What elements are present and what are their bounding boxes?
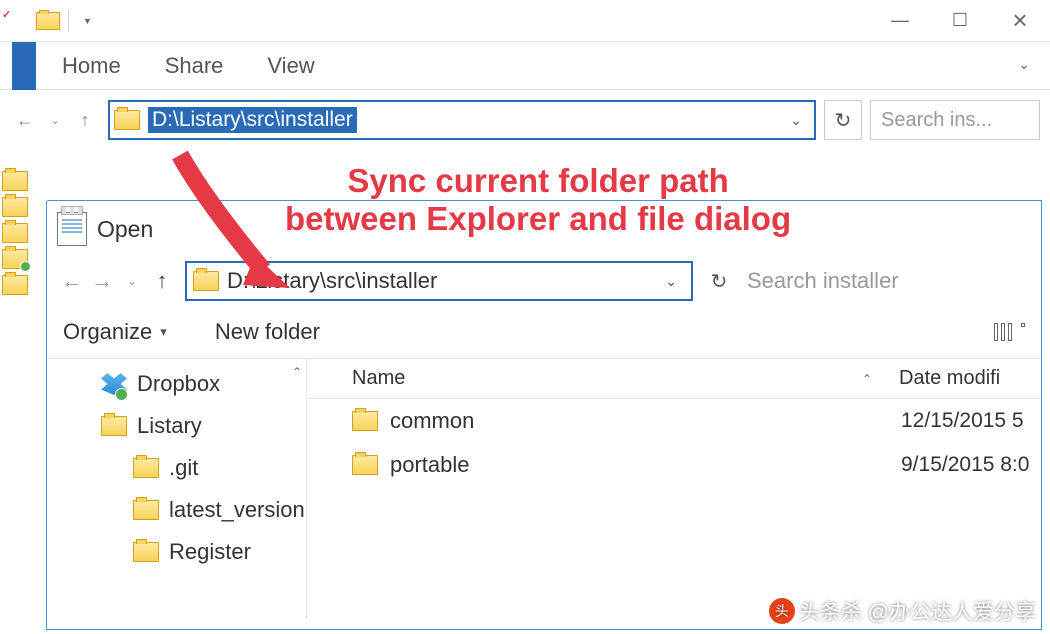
tree-item-git[interactable]: .git — [47, 447, 306, 489]
folder-icon[interactable] — [2, 171, 28, 191]
avatar-icon: 头 — [769, 598, 795, 624]
search-input[interactable]: Search ins... — [870, 100, 1040, 140]
dialog-search-input[interactable]: Search installer — [737, 261, 1031, 301]
folder-icon — [101, 416, 127, 436]
file-row[interactable]: portable 9/15/2015 8:0 — [307, 443, 1041, 487]
organize-button[interactable]: Organize — [63, 319, 167, 345]
address-bar[interactable]: D:\Listary\src\installer ⌄ — [108, 100, 816, 140]
check-icon: ✓ — [2, 8, 11, 21]
notepad-icon — [57, 212, 87, 246]
folder-icon[interactable] — [2, 249, 28, 269]
view-options[interactable] — [994, 323, 1025, 341]
ribbon-toggle-icon[interactable]: ⌄ — [1018, 56, 1030, 73]
folder-icon[interactable] — [2, 223, 28, 243]
chevron-down-icon[interactable]: ⌄ — [657, 273, 685, 290]
tree-item-register[interactable]: Register — [47, 531, 306, 573]
tree-label: Listary — [137, 413, 202, 439]
folder-icon — [352, 411, 378, 431]
back-button[interactable]: ← — [57, 268, 87, 294]
column-name[interactable]: Name — [307, 367, 847, 390]
watermark: 头 头条杀 @办公达人爱分享 — [769, 596, 1036, 626]
folder-tree[interactable]: ⌃ Dropbox Listary .git latest_version Re… — [47, 359, 307, 619]
annotation-arrow — [135, 140, 305, 300]
folder-icon — [114, 110, 140, 130]
watermark-text: 头条杀 @办公达人爱分享 — [799, 596, 1036, 626]
tab-share[interactable]: Share — [157, 53, 260, 79]
maximize-button[interactable]: ☐ — [930, 0, 990, 41]
annotation-text: Sync current folder path between Explore… — [285, 162, 791, 238]
explorer-navbar: ← ⌄ ↑ D:\Listary\src\installer ⌄ ↻ Searc… — [0, 98, 1050, 142]
file-row[interactable]: common 12/15/2015 5 — [307, 399, 1041, 443]
dialog-toolbar: Organize New folder — [47, 305, 1041, 359]
folder-icon[interactable] — [36, 12, 60, 30]
folder-icon — [133, 542, 159, 562]
file-name: portable — [390, 452, 470, 478]
back-button[interactable]: ← — [10, 105, 40, 135]
file-tab[interactable] — [12, 42, 36, 90]
tree-label: .git — [169, 455, 198, 481]
sync-check-icon — [115, 388, 128, 401]
annotation-line1: Sync current folder path — [285, 162, 791, 200]
folder-icon — [133, 458, 159, 478]
annotation-line2: between Explorer and file dialog — [285, 200, 791, 238]
tree-label: Register — [169, 539, 251, 565]
new-folder-button[interactable]: New folder — [215, 319, 320, 345]
recent-dropdown[interactable]: ⌄ — [40, 105, 70, 135]
qat-dropdown[interactable]: ▼ — [77, 16, 98, 26]
left-folder-strip — [0, 165, 28, 301]
file-date: 12/15/2015 5 — [887, 409, 1041, 433]
file-list-header[interactable]: Name ⌃ Date modifi — [307, 359, 1041, 399]
close-button[interactable]: × — [990, 0, 1050, 41]
file-name: common — [390, 408, 474, 434]
forward-button[interactable]: → — [87, 268, 117, 294]
folder-icon — [352, 455, 378, 475]
folder-icon — [133, 500, 159, 520]
tree-label: latest_version — [169, 497, 305, 523]
tree-label: Dropbox — [137, 371, 220, 397]
tree-item-latest-version[interactable]: latest_version — [47, 489, 306, 531]
refresh-button[interactable]: ↻ — [824, 100, 862, 140]
refresh-button[interactable]: ↻ — [701, 261, 737, 301]
separator — [68, 10, 69, 32]
chevron-down-icon[interactable]: ⌄ — [782, 112, 810, 129]
folder-icon[interactable] — [2, 197, 28, 217]
address-path[interactable]: D:\Listary\src\installer — [148, 107, 357, 133]
file-list: Name ⌃ Date modifi common 12/15/2015 5 p… — [307, 359, 1041, 619]
tab-home[interactable]: Home — [54, 53, 157, 79]
up-button[interactable]: ↑ — [70, 105, 100, 135]
sort-indicator-icon: ⌃ — [847, 372, 887, 386]
tree-item-dropbox[interactable]: Dropbox — [47, 363, 306, 405]
tab-view[interactable]: View — [259, 53, 350, 79]
tree-item-listary[interactable]: Listary — [47, 405, 306, 447]
column-date[interactable]: Date modifi — [887, 367, 1041, 390]
file-date: 9/15/2015 8:0 — [887, 453, 1041, 477]
titlebar: ✓ ▼ — ☐ × — [0, 0, 1050, 42]
folder-icon[interactable] — [2, 275, 28, 295]
minimize-button[interactable]: — — [870, 0, 930, 41]
ribbon-tabs: Home Share View ⌄ — [0, 42, 1050, 90]
